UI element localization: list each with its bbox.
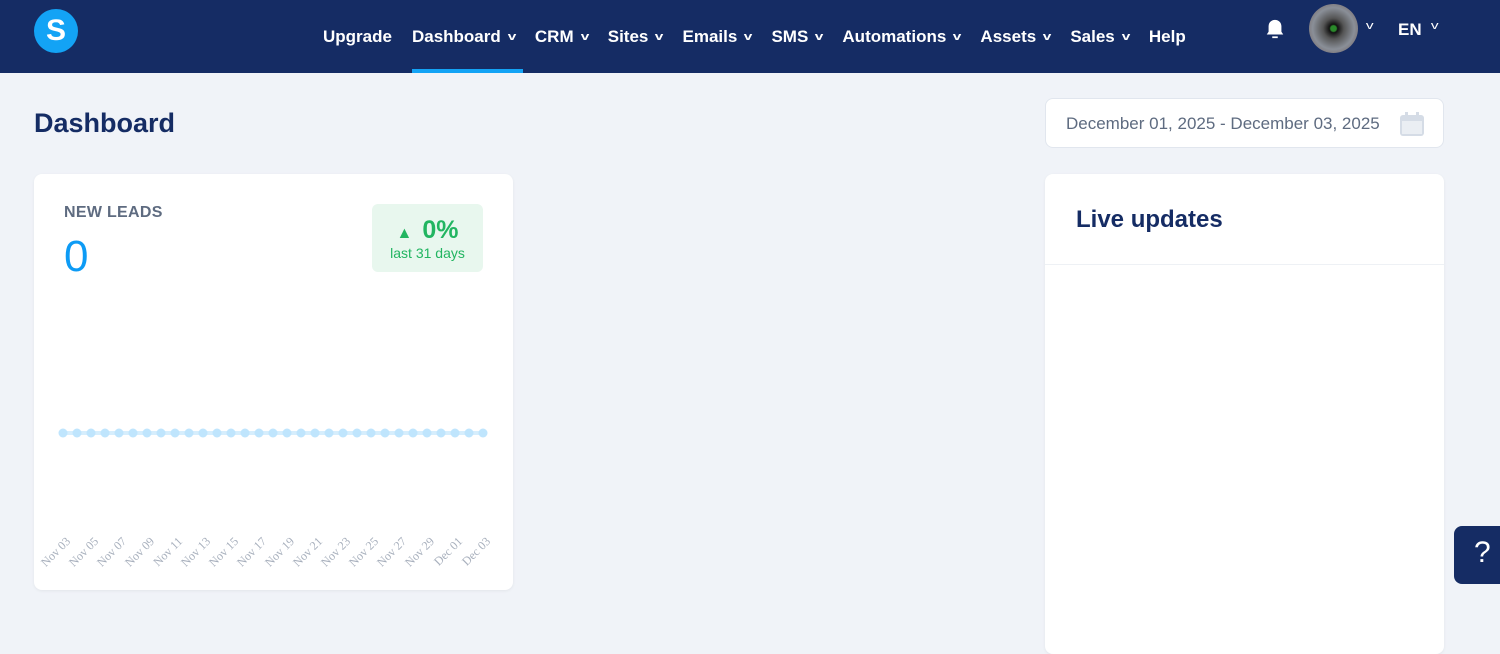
top-nav: S Upgrade Dashboard v CRM v Sites v Emails v SMS v… [0,0,1500,73]
data-point[interactable] [338,428,348,438]
nav-item-dashboard[interactable]: Dashboard v [411,0,523,73]
nav-item-label: Sites [607,26,649,46]
data-point[interactable] [394,428,404,438]
date-range-text: December 01, 2025 - December 03, 2025 [1066,114,1380,133]
data-point[interactable] [310,428,320,438]
calendar-icon [1400,112,1424,136]
nav-item-label: SMS [771,26,809,46]
new-leads-card: NEW LEADS 0 ▲ 0% last 31 days Nov 03 Nov 0… [34,174,513,590]
data-point[interactable] [128,428,138,438]
divider [1045,264,1444,265]
x-tick-label: Nov 23 [318,534,353,569]
x-tick-label: Nov 03 [38,534,73,569]
chevron-down-icon: v [1121,30,1131,43]
chevron-down-icon[interactable]: v [1431,20,1439,32]
data-point[interactable] [254,428,264,438]
data-point[interactable] [240,428,250,438]
chevron-down-icon: v [1042,30,1052,43]
data-point[interactable] [72,428,82,438]
chevron-down-icon: v [580,30,589,43]
nav-item-label: Automations [842,26,947,46]
help-button[interactable]: ? [1454,526,1500,584]
live-updates-card: Live updates [1045,174,1444,654]
chevron-down-icon[interactable]: v [1366,20,1374,32]
x-tick-label: Nov 27 [374,534,409,569]
nav-item-label: Sales [1070,26,1115,46]
data-point[interactable] [268,428,278,438]
data-point[interactable] [212,428,222,438]
x-tick-label: Dec 01 [431,534,465,568]
nav-item-label: Dashboard [411,26,501,46]
data-point[interactable] [114,428,124,438]
data-point[interactable] [450,428,460,438]
nav-item-label: Help [1148,26,1186,46]
x-tick-label: Nov 05 [66,534,101,569]
x-tick-label: Nov 11 [150,534,185,569]
leads-chart: Nov 03Nov 05Nov 07Nov 09Nov 11Nov 13Nov … [38,428,493,569]
data-point[interactable] [142,428,152,438]
chevron-down-icon: v [655,30,664,43]
date-range-picker[interactable]: December 01, 2025 - December 03, 2025 [1045,98,1444,148]
x-tick-label: Nov 19 [262,534,297,569]
data-point[interactable] [464,428,474,438]
data-point[interactable] [422,428,432,438]
x-tick-label: Nov 15 [206,534,241,569]
x-tick-label: Nov 07 [94,534,129,569]
chevron-down-icon: v [744,30,753,43]
avatar[interactable] [1309,4,1358,53]
data-point[interactable] [408,428,418,438]
nav-item-crm[interactable]: CRM v [534,0,589,73]
data-point[interactable] [478,428,488,438]
data-point[interactable] [324,428,334,438]
nav-item-automations[interactable]: Automations v [842,0,962,73]
nav-item-sites[interactable]: Sites v [607,0,664,73]
x-tick-label: Nov 25 [346,534,381,569]
data-point[interactable] [436,428,446,438]
nav-item-label: Upgrade [323,26,392,46]
nav-item-upgrade[interactable]: Upgrade [323,0,392,73]
nav-item-label: CRM [534,26,574,46]
nav-item-emails[interactable]: Emails v [682,0,753,73]
nav-item-sales[interactable]: Sales v [1070,0,1131,73]
x-tick-label: Nov 13 [178,534,213,569]
x-tick-label: Nov 09 [122,534,157,569]
chevron-down-icon: v [507,30,517,43]
data-point[interactable] [184,428,194,438]
nav-item-help[interactable]: Help [1149,0,1186,73]
data-point[interactable] [226,428,236,438]
x-tick-label: Nov 21 [290,534,325,569]
x-tick-label: Nov 17 [234,534,269,569]
page-title: Dashboard [34,108,176,138]
chevron-down-icon: v [815,30,824,43]
data-point[interactable] [100,428,110,438]
data-point[interactable] [86,428,96,438]
nav-item-sms[interactable]: SMS v [771,0,824,73]
data-point[interactable] [282,428,292,438]
bell-icon[interactable] [1264,18,1286,40]
data-point[interactable] [170,428,180,438]
data-point[interactable] [296,428,306,438]
language-select[interactable]: EN [1398,20,1422,40]
data-point[interactable] [198,428,208,438]
data-point[interactable] [156,428,166,438]
nav-item-label: Assets [980,26,1037,46]
card-title: Live updates [1076,206,1223,233]
main-menu: Upgrade Dashboard v CRM v Sites v Emails v SMS v Au… [323,0,1206,73]
nav-item-assets[interactable]: Assets v [980,0,1052,73]
data-point[interactable] [366,428,376,438]
x-tick-label: Nov 29 [402,534,437,569]
data-point[interactable] [352,428,362,438]
chevron-down-icon: v [953,30,962,43]
data-point[interactable] [58,428,68,438]
nav-item-label: Emails [682,26,738,46]
data-point[interactable] [380,428,390,438]
x-tick-label: Dec 03 [459,534,493,568]
logo[interactable]: S [34,9,78,53]
